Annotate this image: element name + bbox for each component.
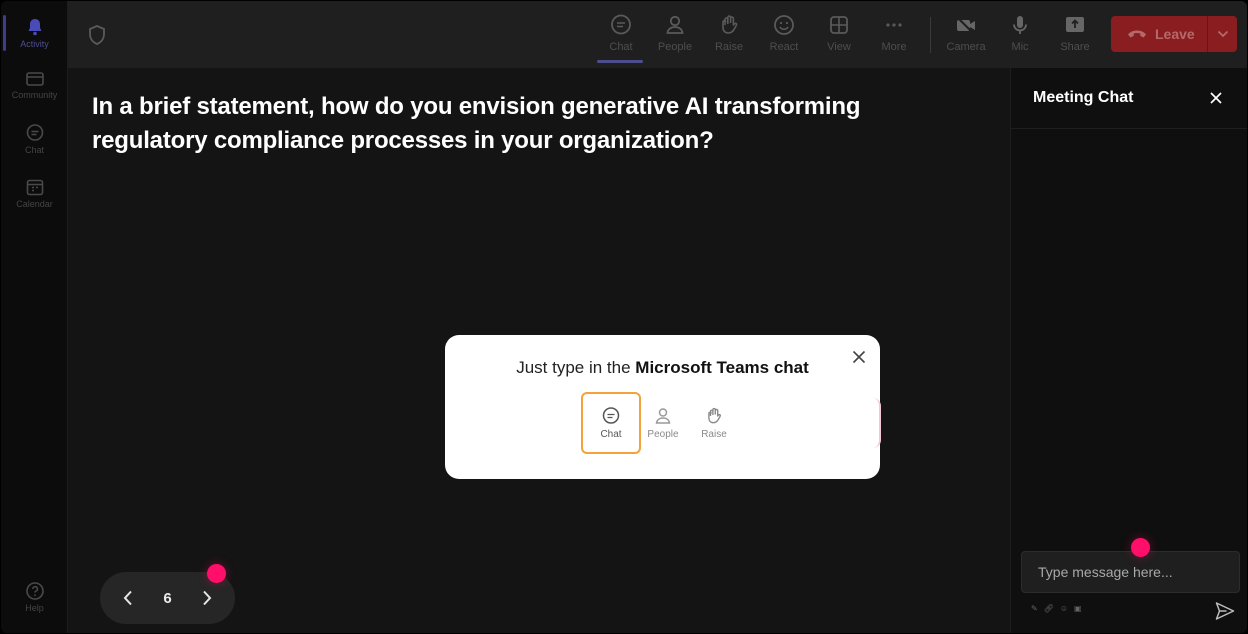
chevron-down-icon [1217, 30, 1228, 38]
popup-message: Just type in the Microsoft Teams chat [445, 358, 880, 378]
share-icon [1066, 17, 1084, 32]
mini-chat-button: Chat [581, 392, 641, 454]
toolbar-view-button[interactable]: View [813, 9, 865, 61]
toolbar-button-label: View [827, 41, 851, 53]
toolbar-button-label: React [769, 41, 799, 53]
rail-item-community[interactable]: Community [1, 59, 68, 111]
toolbar-button-label: More [881, 41, 907, 53]
leave-label: Leave [1155, 26, 1195, 42]
toolbar-button-label: People [657, 41, 693, 53]
mic-icon [1013, 16, 1027, 34]
hang-up-icon [1128, 30, 1146, 38]
bell-icon [28, 19, 41, 36]
close-chat-button[interactable] [1206, 88, 1226, 108]
rail-item-chat[interactable]: Chat [1, 113, 68, 165]
question-text: In a brief statement, how do you envisio… [92, 93, 861, 154]
rail-item-label: Help [25, 603, 44, 613]
calendar-icon [26, 179, 43, 196]
chat-icon [611, 14, 631, 35]
close-icon [1210, 92, 1222, 104]
mini-button-label: Raise [701, 429, 727, 440]
toolbar-divider [930, 17, 931, 53]
attach-icon[interactable]: 🔗︎ [1044, 604, 1054, 613]
chat-header: Meeting Chat [1011, 68, 1247, 129]
toolbar-button-label: Camera [946, 41, 986, 53]
leave-button[interactable]: Leave [1111, 16, 1237, 52]
rail-item-label: Activity [20, 39, 49, 49]
rail-item-activity[interactable]: Activity [1, 7, 68, 59]
toolbar-button-label: Mic [1011, 41, 1029, 53]
chevron-right-icon [203, 590, 212, 606]
meeting-chat-panel: Meeting Chat ✎ 🔗︎ ☺ ▣ [1010, 68, 1247, 633]
hand-icon [722, 15, 738, 34]
leave-main[interactable]: Leave [1111, 16, 1207, 52]
smiley-icon [774, 15, 794, 35]
close-popup-button[interactable] [849, 347, 869, 367]
toolbar-share-button[interactable]: Share [1049, 9, 1101, 61]
chat-hint-popup: Just type in the Microsoft Teams chat Ch… [445, 335, 881, 479]
chat-title: Meeting Chat [1033, 89, 1134, 106]
meeting-toolbar: Chat People Raise React View More Camera [68, 1, 1247, 68]
camera-off-icon [956, 16, 975, 35]
close-icon [852, 350, 866, 364]
toolbar-chat-button[interactable]: Chat [595, 9, 647, 63]
cursor-indicator [1131, 538, 1150, 557]
mini-raise-button: Raise [684, 392, 744, 454]
toolbar-button-label: Raise [714, 41, 744, 53]
people-icon [666, 15, 684, 34]
toolbar-more-button[interactable]: More [868, 9, 920, 61]
toolbar-mic-button[interactable]: Mic [994, 9, 1046, 61]
chat-message-input[interactable] [1021, 551, 1240, 593]
toolbar-react-button[interactable]: React [758, 9, 810, 61]
emoji-icon[interactable]: ☺ [1060, 604, 1068, 613]
popup-text-bold: Microsoft Teams chat [635, 358, 809, 377]
rail-item-calendar[interactable]: Calendar [1, 167, 68, 219]
rail-item-label: Community [11, 90, 58, 100]
popup-text-prefix: Just type in the [516, 358, 636, 377]
more-icon [886, 23, 902, 27]
cursor-indicator [207, 564, 226, 583]
people-icon [655, 408, 671, 424]
mini-toolbar-illustration: Chat People Raise [581, 392, 881, 454]
chevron-left-icon [123, 590, 132, 606]
left-rail: Activity Community Chat Calendar Help [1, 1, 68, 633]
toolbar-raise-button[interactable]: Raise [703, 9, 755, 61]
mini-button-label: Chat [600, 429, 622, 440]
mini-toolbar-edge [871, 398, 881, 448]
help-icon [25, 582, 44, 600]
next-slide-button[interactable] [197, 588, 217, 608]
community-icon [25, 72, 44, 86]
rail-item-help[interactable]: Help [1, 571, 68, 623]
toolbar-button-label: Share [1060, 41, 1090, 53]
format-icon[interactable]: ✎ [1031, 604, 1038, 613]
toolbar-people-button[interactable]: People [649, 9, 701, 61]
chat-icon [26, 124, 43, 141]
grid-icon [830, 16, 848, 34]
gif-icon[interactable]: ▣ [1074, 604, 1082, 613]
page-number: 6 [163, 589, 172, 607]
toolbar-button-label: Chat [609, 41, 633, 53]
mini-button-label: People [647, 429, 679, 440]
shield-icon[interactable] [87, 24, 107, 46]
previous-slide-button[interactable] [118, 588, 138, 608]
chat-icon [602, 407, 620, 424]
send-icon[interactable] [1214, 600, 1236, 622]
rail-item-label: Calendar [16, 199, 53, 209]
rail-item-label: Chat [24, 145, 44, 155]
toolbar-camera-button[interactable]: Camera [940, 9, 992, 61]
chat-format-tools: ✎ 🔗︎ ☺ ▣ [1031, 604, 1082, 613]
teams-window: Activity Community Chat Calendar Help Ch… [1, 1, 1247, 633]
hand-icon [708, 407, 721, 424]
leave-options-dropdown[interactable] [1207, 16, 1237, 52]
